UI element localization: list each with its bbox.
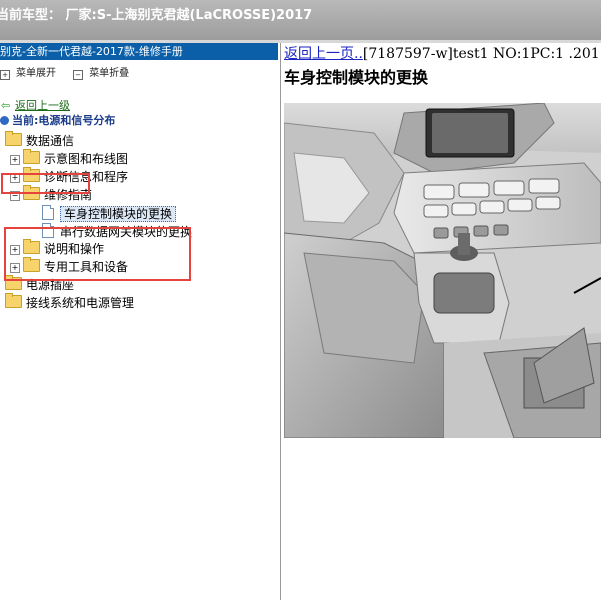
folder-open-icon	[5, 131, 22, 146]
document-title: 车身控制模块的更换	[284, 68, 429, 87]
collapse-icon: −	[73, 70, 84, 80]
expand-menu-label: 菜单展开	[16, 68, 56, 79]
expand-icon: +	[0, 70, 10, 80]
tree-node-label: 示意图和布线图	[44, 152, 129, 166]
manual-title: 别克-全新一代君越-2017款-维修手册	[0, 45, 183, 58]
current-location-label: 当前:电源和信号分布	[12, 114, 116, 127]
document-icon	[42, 205, 54, 220]
collapse-menu-button[interactable]: − 菜单折叠	[73, 64, 129, 80]
app-title-bar: 当前车型： 厂家:S-上海别克君越(LaCROSSE)2017	[0, 0, 601, 40]
current-vehicle-title: 当前车型： 厂家:S-上海别克君越(LaCROSSE)2017	[0, 8, 313, 23]
annotation-highlight-box	[1, 173, 90, 194]
expand-menu-button[interactable]: + 菜单展开	[0, 64, 56, 80]
dashboard-illustration	[284, 103, 601, 438]
tree-node-schematics[interactable]: + 示意图和布线图	[10, 149, 129, 168]
navigation-panel: 别克-全新一代君越-2017款-维修手册 + 菜单展开 − 菜单折叠 ⇦ 返回上一级 …	[0, 43, 281, 600]
manual-title-bar: 别克-全新一代君越-2017款-维修手册	[0, 43, 278, 60]
back-up-level-label: 返回上一级	[15, 99, 70, 112]
back-page-link[interactable]: 返回上一页..	[284, 46, 363, 62]
tree-node-wiring-power-management[interactable]: 接线系统和电源管理	[5, 293, 135, 312]
current-location: 当前:电源和信号分布	[0, 112, 115, 129]
folder-icon	[23, 149, 40, 164]
info-icon	[0, 116, 9, 125]
collapse-menu-label: 菜单折叠	[89, 68, 130, 79]
tree-node-label: 车身控制模块的更换	[60, 206, 177, 222]
document-header: 返回上一页..[7187597-w]test1 NO:1PC:1 .201	[284, 43, 600, 63]
expand-node-icon[interactable]: +	[10, 155, 20, 165]
document-view: 返回上一页..[7187597-w]test1 NO:1PC:1 .201 车身…	[282, 43, 601, 600]
tree-node-label: 数据通信	[26, 134, 75, 148]
tree-node-bcm-replacement[interactable]: 车身控制模块的更换	[42, 205, 177, 222]
document-reference: [7187597-w]test1 NO:1PC:1 .201	[362, 46, 600, 62]
tree-node-data-communication[interactable]: 数据通信	[5, 131, 75, 150]
folder-icon	[5, 293, 22, 308]
back-arrow-icon: ⇦	[1, 99, 11, 112]
annotation-highlight-box	[4, 227, 191, 281]
tree-toolbar: + 菜单展开 − 菜单折叠	[0, 64, 143, 80]
tree-node-label: 接线系统和电源管理	[26, 296, 135, 310]
